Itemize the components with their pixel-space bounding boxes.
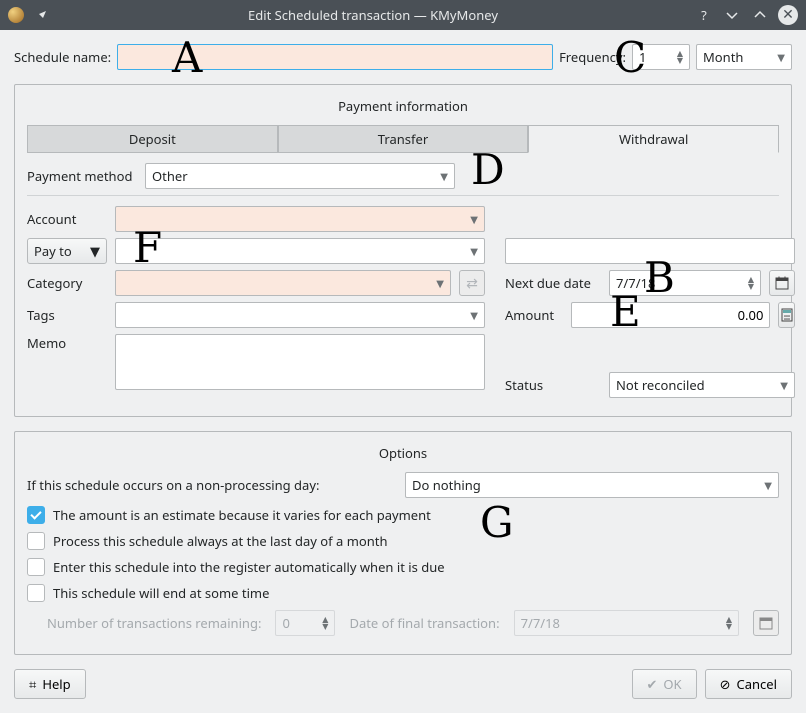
help-icon: ⌗ xyxy=(29,675,36,693)
cancel-icon: ⊘ xyxy=(720,675,731,693)
frequency-unit-value: Month xyxy=(703,48,777,66)
schedule-name-label: Schedule name: xyxy=(14,48,111,66)
cancel-button-label: Cancel xyxy=(737,675,777,693)
account-combo[interactable]: ▼ xyxy=(115,206,485,232)
next-due-date-input[interactable]: 7/7/18 ▲▼ xyxy=(609,270,761,296)
help-icon[interactable]: ? xyxy=(694,5,714,25)
nonprocessing-label: If this schedule occurs on a non-process… xyxy=(27,476,397,494)
nonprocessing-value: Do nothing xyxy=(412,476,764,494)
payto-combo[interactable]: ▼ xyxy=(115,238,485,264)
checkbox-autoenter-label: Enter this schedule into the register au… xyxy=(53,558,445,576)
final-date-label: Date of final transaction: xyxy=(349,614,499,632)
chevron-down-icon: ▼ xyxy=(436,276,444,290)
chevron-down-icon: ▼ xyxy=(780,378,788,392)
help-button[interactable]: ⌗ Help xyxy=(14,669,86,699)
title-bar: Edit Scheduled transaction — KMyMoney ? … xyxy=(0,0,806,30)
tab-withdrawal[interactable]: Withdrawal xyxy=(528,125,779,153)
frequency-unit-combo[interactable]: Month ▼ xyxy=(696,44,792,70)
ok-button[interactable]: ✔ OK xyxy=(632,669,697,699)
category-combo[interactable]: ▼ xyxy=(115,270,451,296)
spinner-buttons[interactable]: ▲▼ xyxy=(677,50,683,64)
spinner-buttons: ▲▼ xyxy=(726,616,732,630)
separator xyxy=(27,195,779,196)
payment-information-group: Payment information Deposit Transfer Wit… xyxy=(14,84,792,417)
chevron-down-icon: ▼ xyxy=(470,212,478,226)
cancel-button[interactable]: ⊘ Cancel xyxy=(705,669,792,699)
payto-selector-label: Pay to xyxy=(34,242,72,260)
app-icon xyxy=(8,7,24,23)
account-label: Account xyxy=(27,210,107,228)
tags-label: Tags xyxy=(27,306,107,324)
maximize-icon[interactable] xyxy=(750,5,770,25)
payment-method-label: Payment method xyxy=(27,167,137,185)
next-due-date-value: 7/7/18 xyxy=(616,274,748,292)
options-group: Options If this schedule occurs on a non… xyxy=(14,431,792,655)
pin-icon[interactable] xyxy=(32,5,52,25)
status-value: Not reconciled xyxy=(616,376,780,394)
tab-deposit[interactable]: Deposit xyxy=(27,125,278,153)
chevron-down-icon: ▼ xyxy=(470,244,478,258)
schedule-name-input[interactable] xyxy=(117,44,553,70)
amount-input[interactable] xyxy=(571,302,770,328)
remaining-value: 0 xyxy=(282,614,322,632)
payment-method-value: Other xyxy=(152,167,440,185)
payment-method-combo[interactable]: Other ▼ xyxy=(145,163,455,189)
amount-label: Amount xyxy=(505,306,563,324)
frequency-label: Frequency: xyxy=(559,48,626,66)
payment-tabs: Deposit Transfer Withdrawal xyxy=(27,125,779,153)
spinner-buttons[interactable]: ▲▼ xyxy=(748,276,754,290)
checkbox-end[interactable] xyxy=(27,584,45,602)
checkbox-lastday[interactable] xyxy=(27,532,45,550)
payment-information-title: Payment information xyxy=(27,97,779,115)
tab-transfer-label: Transfer xyxy=(378,130,428,148)
frequency-count[interactable]: 1 ▲▼ xyxy=(632,44,690,70)
tab-withdrawal-label: Withdrawal xyxy=(619,130,688,148)
status-combo[interactable]: Not reconciled ▼ xyxy=(609,372,795,398)
spinner-buttons: ▲▼ xyxy=(322,616,328,630)
remaining-label: Number of transactions remaining: xyxy=(47,614,261,632)
close-icon[interactable]: ✕ xyxy=(778,5,798,25)
calculator-icon[interactable] xyxy=(778,302,795,328)
check-icon: ✔ xyxy=(647,675,658,693)
ok-button-label: OK xyxy=(663,675,681,693)
next-due-label: Next due date xyxy=(505,274,601,292)
frequency-count-value: 1 xyxy=(639,48,677,66)
final-date-value: 7/7/18 xyxy=(521,614,726,632)
tab-transfer[interactable]: Transfer xyxy=(278,125,529,153)
calendar-icon xyxy=(753,610,779,636)
chevron-down-icon: ▼ xyxy=(470,308,478,322)
extra-input[interactable] xyxy=(505,238,795,264)
options-title: Options xyxy=(27,444,779,462)
window-title: Edit Scheduled transaction — KMyMoney xyxy=(60,6,686,24)
chevron-down-icon: ▼ xyxy=(440,169,448,183)
help-button-label: Help xyxy=(42,675,70,693)
checkbox-estimate-label: The amount is an estimate because it var… xyxy=(53,506,431,524)
payto-selector[interactable]: Pay to ▼ xyxy=(27,238,107,264)
chevron-down-icon: ▼ xyxy=(90,242,100,260)
minimize-icon[interactable] xyxy=(722,5,742,25)
tab-deposit-label: Deposit xyxy=(129,130,176,148)
remaining-input: 0 ▲▼ xyxy=(275,610,335,636)
checkbox-estimate[interactable] xyxy=(27,506,45,524)
nonprocessing-combo[interactable]: Do nothing ▼ xyxy=(405,472,779,498)
memo-label: Memo xyxy=(27,334,107,352)
category-label: Category xyxy=(27,274,107,292)
tags-combo[interactable]: ▼ xyxy=(115,302,485,328)
calendar-icon[interactable] xyxy=(769,270,795,296)
checkbox-lastday-label: Process this schedule always at the last… xyxy=(53,532,387,550)
final-date-input: 7/7/18 ▲▼ xyxy=(514,610,739,636)
checkbox-autoenter[interactable] xyxy=(27,558,45,576)
checkbox-end-label: This schedule will end at some time xyxy=(53,584,269,602)
status-label: Status xyxy=(505,376,601,394)
chevron-down-icon: ▼ xyxy=(764,478,772,492)
memo-textarea[interactable] xyxy=(115,334,485,390)
chevron-down-icon: ▼ xyxy=(777,50,785,64)
split-button: ⇄ xyxy=(459,270,485,296)
